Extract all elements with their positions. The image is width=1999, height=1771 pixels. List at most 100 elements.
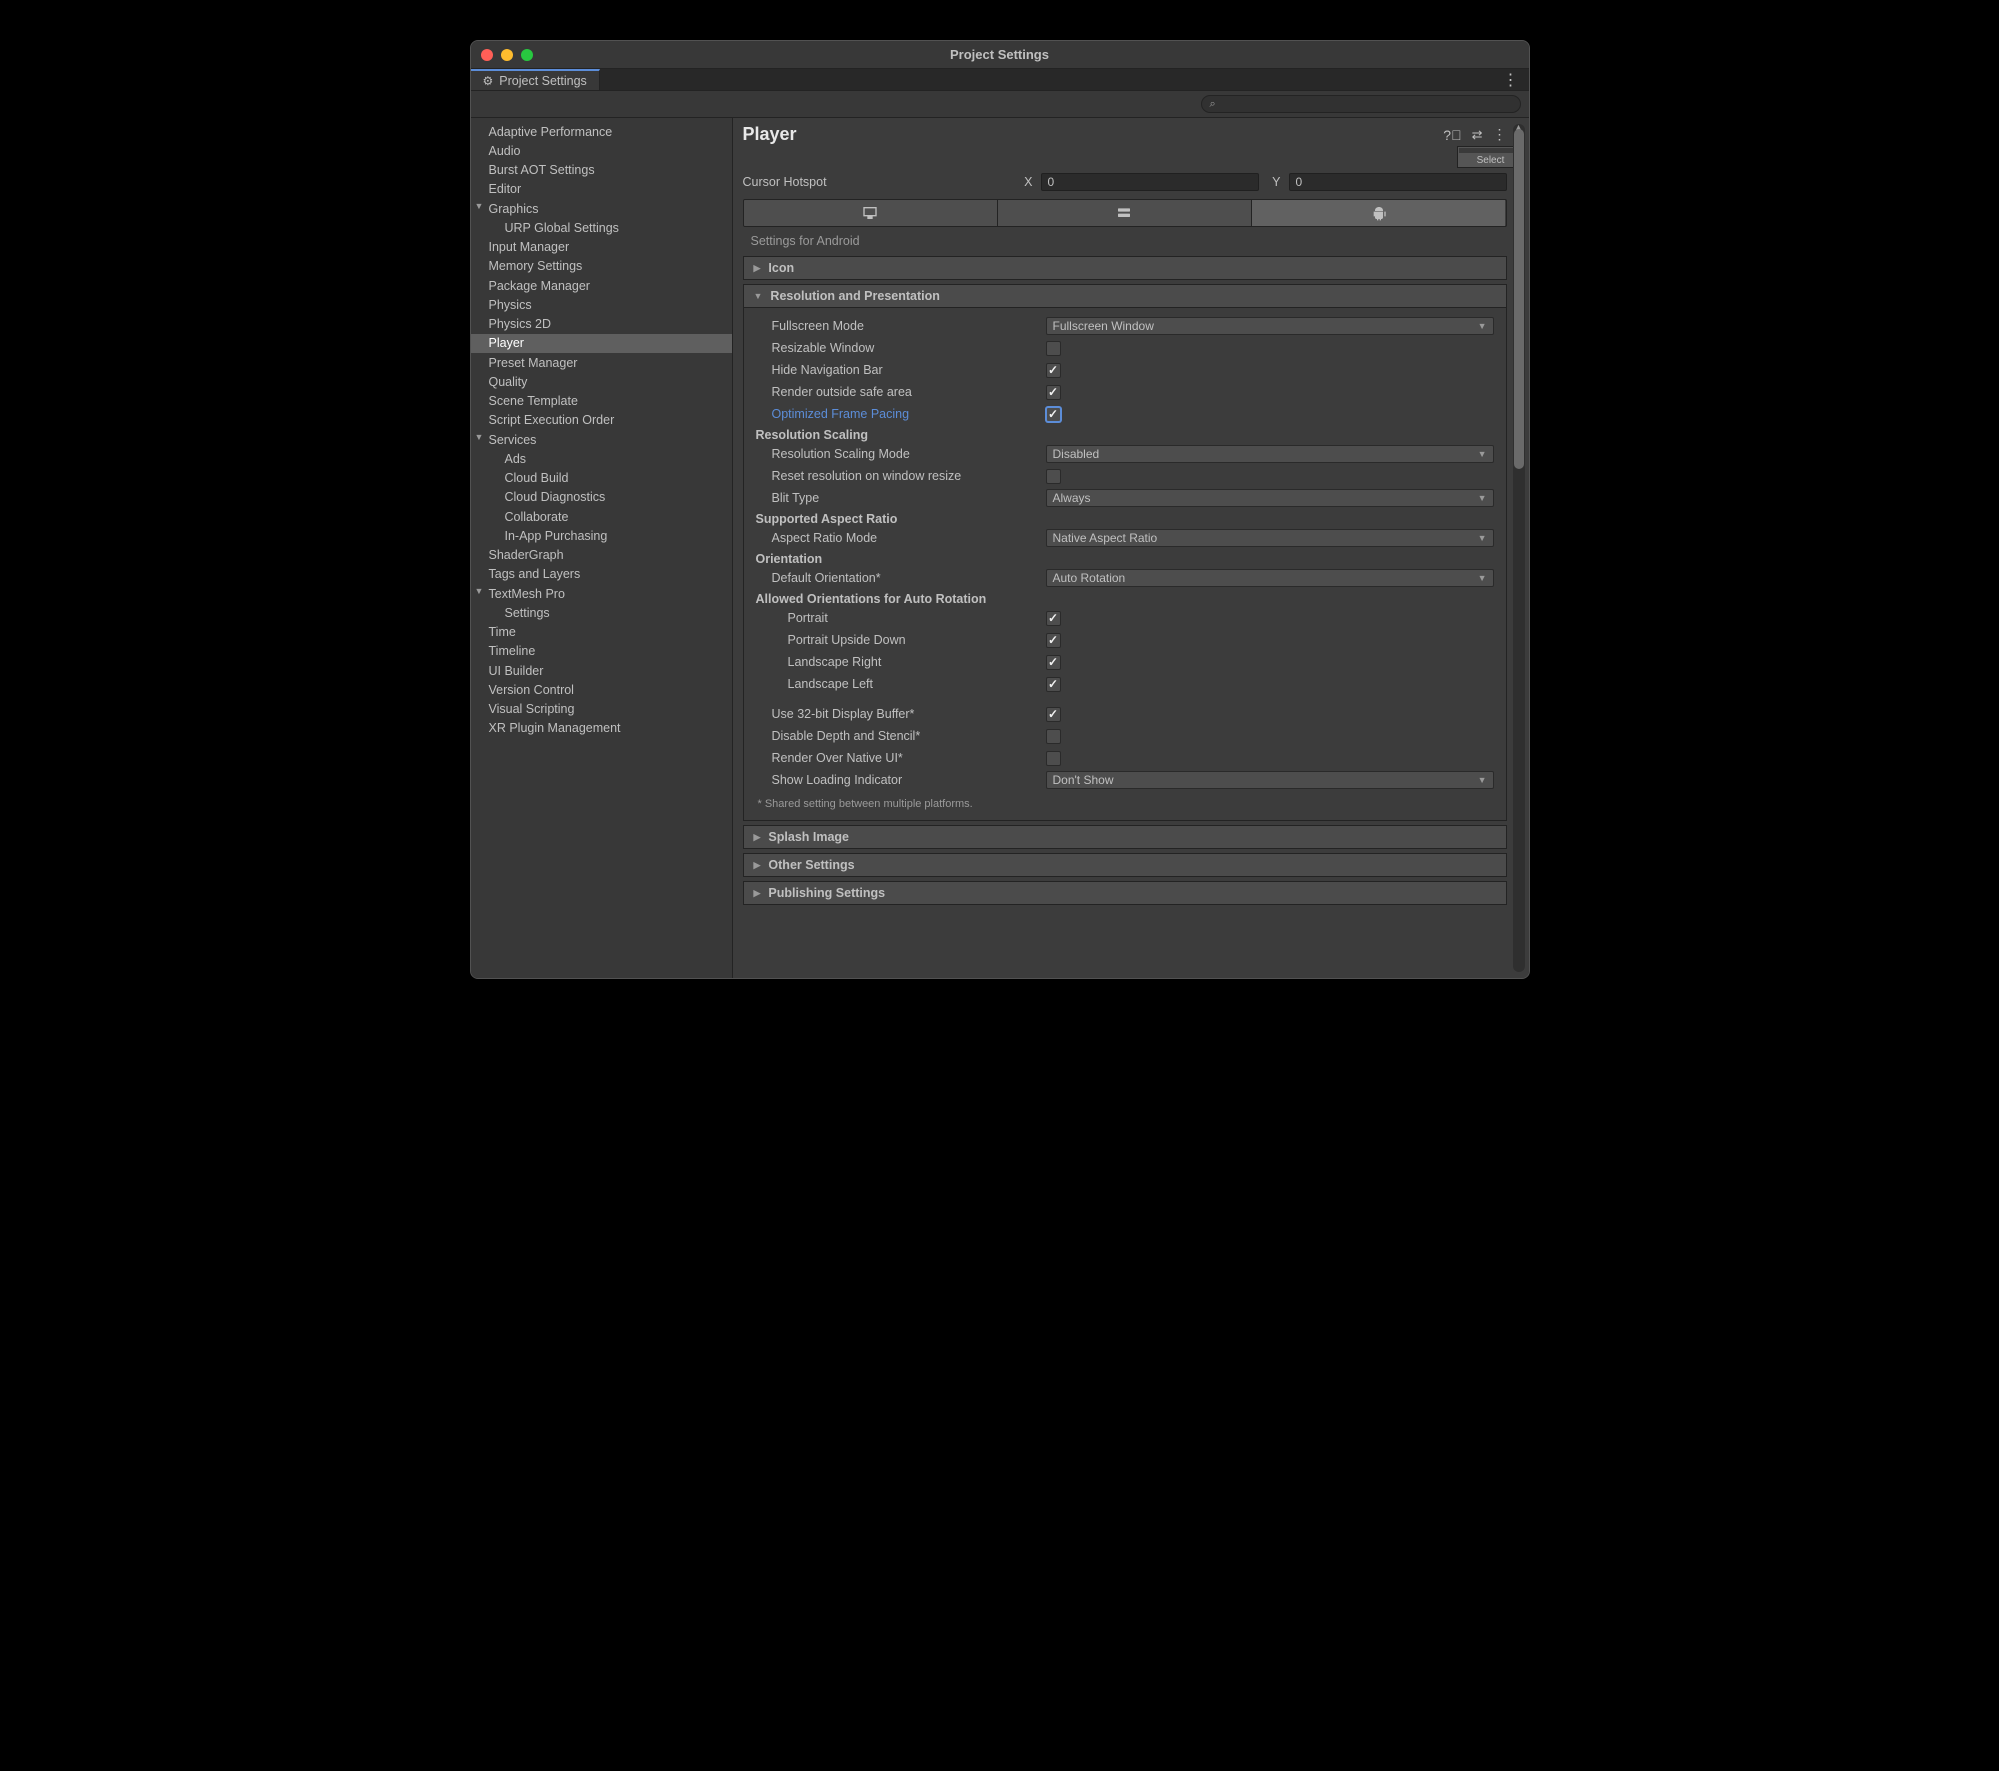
sidebar-item-script-execution-order[interactable]: Script Execution Order <box>471 411 732 430</box>
sidebar-item-label: URP Global Settings <box>505 221 619 235</box>
chevron-right-icon: ▶ <box>754 832 761 843</box>
use32-checkbox[interactable] <box>1046 707 1061 722</box>
portrait-checkbox[interactable] <box>1046 611 1061 626</box>
sidebar-item-label: Quality <box>489 375 528 389</box>
minimize-window-button[interactable] <box>501 49 513 61</box>
hide-nav-label: Hide Navigation Bar <box>756 363 1046 377</box>
sidebar-item-label: Collaborate <box>505 510 569 524</box>
sidebar-item-label: Cloud Build <box>505 471 569 485</box>
zoom-window-button[interactable] <box>521 49 533 61</box>
sidebar-item-audio[interactable]: Audio <box>471 141 732 160</box>
sidebar-item-ads[interactable]: Ads <box>471 449 732 468</box>
render-outside-checkbox[interactable] <box>1046 385 1061 400</box>
sidebar-item-settings[interactable]: Settings <box>471 603 732 622</box>
cursor-hotspot-x-input[interactable]: 0 <box>1041 173 1259 191</box>
disable-depth-checkbox[interactable] <box>1046 729 1061 744</box>
tab-menu-button[interactable]: ⋮ <box>1493 69 1529 90</box>
scrollbar-thumb[interactable] <box>1514 129 1524 469</box>
aspect-mode-dropdown[interactable]: Native Aspect Ratio▼ <box>1046 529 1494 547</box>
sidebar-item-graphics[interactable]: ▼Graphics <box>471 199 732 218</box>
optimized-frame-checkbox[interactable] <box>1046 407 1061 422</box>
landscape-right-checkbox[interactable] <box>1046 655 1061 670</box>
chevron-down-icon: ▼ <box>475 201 484 213</box>
sidebar-item-quality[interactable]: Quality <box>471 372 732 391</box>
sidebar-item-ui-builder[interactable]: UI Builder <box>471 661 732 680</box>
fold-publishing[interactable]: ▶ Publishing Settings <box>743 881 1507 905</box>
aspect-header: Supported Aspect Ratio <box>756 512 1494 526</box>
scaling-mode-dropdown[interactable]: Disabled▼ <box>1046 445 1494 463</box>
sidebar-item-package-manager[interactable]: Package Manager <box>471 276 732 295</box>
sidebar-item-memory-settings[interactable]: Memory Settings <box>471 257 732 276</box>
sidebar-item-burst-aot-settings[interactable]: Burst AOT Settings <box>471 161 732 180</box>
traffic-lights <box>481 49 533 61</box>
platform-tab-android[interactable] <box>1252 200 1505 226</box>
sidebar-item-timeline[interactable]: Timeline <box>471 642 732 661</box>
sidebar-item-collaborate[interactable]: Collaborate <box>471 507 732 526</box>
sidebar-item-textmesh-pro[interactable]: ▼TextMesh Pro <box>471 584 732 603</box>
sidebar-item-label: Timeline <box>489 644 536 658</box>
search-row: ⌕ <box>471 91 1529 118</box>
sidebar-item-visual-scripting[interactable]: Visual Scripting <box>471 700 732 719</box>
fold-splash[interactable]: ▶ Splash Image <box>743 825 1507 849</box>
gear-icon: ⚙ <box>483 74 494 88</box>
settings-category-sidebar[interactable]: Adaptive PerformanceAudio Burst AOT Setti… <box>471 118 733 978</box>
preset-icon[interactable]: ⇄ <box>1472 127 1483 143</box>
reset-res-label: Reset resolution on window resize <box>756 469 1046 483</box>
landscape-left-label: Landscape Left <box>756 677 1046 691</box>
render-native-checkbox[interactable] <box>1046 751 1061 766</box>
fold-resolution[interactable]: ▼ Resolution and Presentation <box>743 284 1507 308</box>
fullscreen-mode-label: Fullscreen Mode <box>756 319 1046 333</box>
page-menu-icon[interactable]: ⋮ <box>1493 126 1507 143</box>
sidebar-item-tags-and-layers[interactable]: Tags and Layers <box>471 565 732 584</box>
sidebar-item-preset-manager[interactable]: Preset Manager <box>471 353 732 372</box>
sidebar-item-xr-plugin-management[interactable]: XR Plugin Management <box>471 719 732 738</box>
sidebar-item-shadergraph[interactable]: ShaderGraph <box>471 546 732 565</box>
page-title: Player <box>743 124 1444 145</box>
sidebar-item-urp-global-settings[interactable]: URP Global Settings <box>471 218 732 237</box>
landscape-left-checkbox[interactable] <box>1046 677 1061 692</box>
platform-tab-dedicated-server[interactable] <box>998 200 1252 226</box>
tab-label: Project Settings <box>499 74 587 88</box>
sidebar-item-version-control[interactable]: Version Control <box>471 680 732 699</box>
sidebar-item-player[interactable]: Player <box>471 334 732 353</box>
cursor-hotspot-row: Cursor Hotspot X 0 Y 0 <box>743 173 1507 191</box>
resizable-window-checkbox[interactable] <box>1046 341 1061 356</box>
help-icon[interactable]: ?⃝ <box>1443 127 1461 143</box>
cursor-hotspot-y-input[interactable]: 0 <box>1289 173 1507 191</box>
sidebar-item-editor[interactable]: Editor <box>471 180 732 199</box>
loading-indicator-dropdown[interactable]: Don't Show▼ <box>1046 771 1494 789</box>
sidebar-item-label: Burst AOT Settings <box>489 163 595 177</box>
sidebar-item-label: Editor <box>489 182 522 196</box>
sidebar-item-cloud-build[interactable]: Cloud Build <box>471 469 732 488</box>
reset-res-checkbox[interactable] <box>1046 469 1061 484</box>
sidebar-item-in-app-purchasing[interactable]: In-App Purchasing <box>471 526 732 545</box>
sidebar-item-adaptive-performance[interactable]: Adaptive Performance <box>471 122 732 141</box>
render-outside-label: Render outside safe area <box>756 385 1046 399</box>
sidebar-item-input-manager[interactable]: Input Manager <box>471 238 732 257</box>
search-input[interactable]: ⌕ <box>1201 95 1521 113</box>
optimized-frame-label: Optimized Frame Pacing <box>756 407 1046 421</box>
fold-other[interactable]: ▶ Other Settings <box>743 853 1507 877</box>
sidebar-item-scene-template[interactable]: Scene Template <box>471 392 732 411</box>
sidebar-item-label: Script Execution Order <box>489 413 615 427</box>
fullscreen-mode-dropdown[interactable]: Fullscreen Window▼ <box>1046 317 1494 335</box>
scaling-mode-label: Resolution Scaling Mode <box>756 447 1046 461</box>
sidebar-item-label: Package Manager <box>489 279 590 293</box>
sidebar-item-physics-2d[interactable]: Physics 2D <box>471 315 732 334</box>
sidebar-item-services[interactable]: ▼Services <box>471 430 732 449</box>
default-orientation-dropdown[interactable]: Auto Rotation▼ <box>1046 569 1494 587</box>
sidebar-item-cloud-diagnostics[interactable]: Cloud Diagnostics <box>471 488 732 507</box>
sidebar-item-label: Version Control <box>489 683 574 697</box>
vertical-scrollbar[interactable]: ▴ <box>1513 124 1525 972</box>
portrait-upside-down-checkbox[interactable] <box>1046 633 1061 648</box>
sidebar-item-time[interactable]: Time <box>471 623 732 642</box>
settings-main-panel: Player ?⃝ ⇄ ⋮ Select Cursor Hotspot X <box>733 118 1529 978</box>
project-settings-tab[interactable]: ⚙ Project Settings <box>471 69 600 90</box>
server-icon <box>1116 205 1132 221</box>
blit-dropdown[interactable]: Always▼ <box>1046 489 1494 507</box>
fold-icon[interactable]: ▶ Icon <box>743 256 1507 280</box>
close-window-button[interactable] <box>481 49 493 61</box>
sidebar-item-physics[interactable]: Physics <box>471 295 732 314</box>
hide-nav-checkbox[interactable] <box>1046 363 1061 378</box>
platform-tab-standalone[interactable] <box>744 200 998 226</box>
